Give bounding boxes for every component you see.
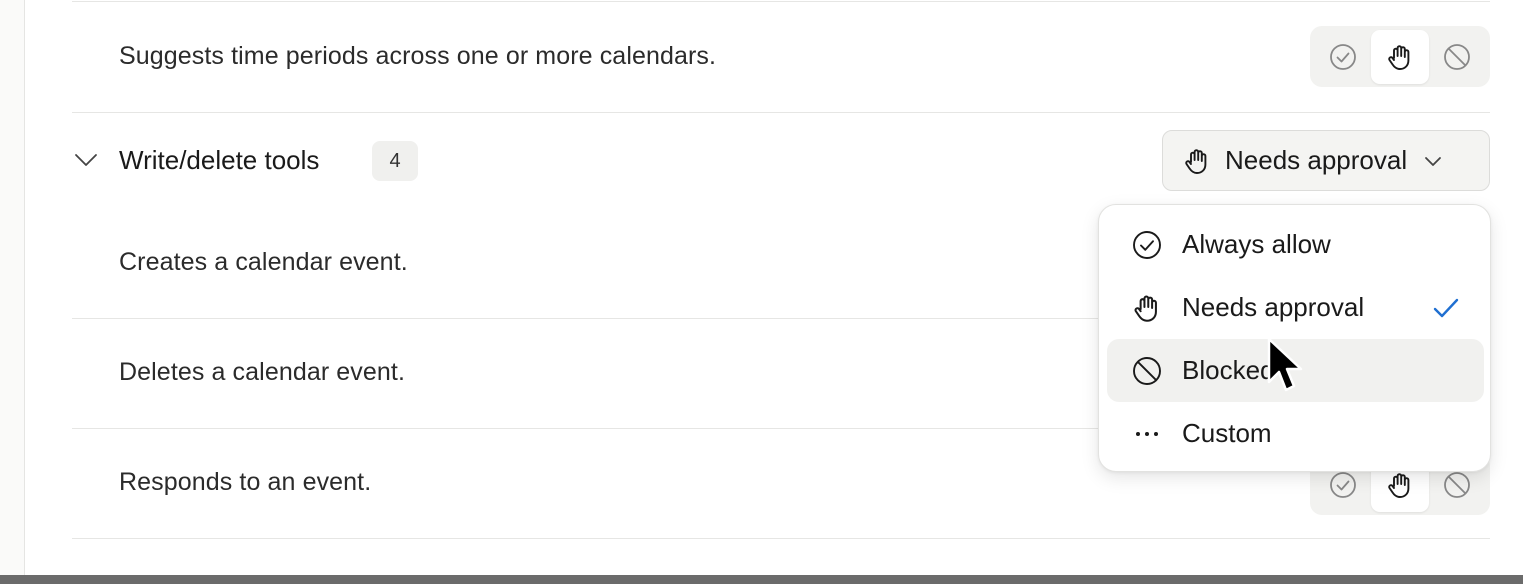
menu-item-label: Custom	[1182, 418, 1272, 448]
row-divider	[72, 1, 1490, 2]
row-divider	[72, 538, 1490, 539]
row-divider	[72, 112, 1490, 113]
menu-item-label: Always allow	[1182, 229, 1331, 259]
dropdown-label: Needs approval	[1225, 145, 1408, 175]
menu-item-label: Needs approval	[1182, 292, 1365, 322]
menu-item-needs-approval[interactable]: Needs approval	[1107, 276, 1484, 339]
blocked-icon	[1444, 471, 1471, 498]
check-circle-icon	[1329, 471, 1356, 498]
hand-icon	[1388, 472, 1410, 498]
check-circle-icon	[1133, 230, 1161, 259]
check-circle-icon	[1329, 43, 1356, 70]
menu-item-custom[interactable]: Custom	[1107, 402, 1484, 465]
menu-item-always-allow[interactable]: Always allow	[1107, 213, 1484, 276]
blocked-option[interactable]	[1429, 30, 1486, 84]
group-title: Write/delete tools	[119, 145, 320, 175]
always-allow-option[interactable]	[1314, 30, 1371, 84]
more-dots-icon	[1136, 431, 1158, 436]
count-badge: 4	[372, 141, 418, 181]
group-permission-dropdown[interactable]: Needs approval	[1162, 130, 1490, 191]
window-bottom-edge	[0, 575, 1523, 584]
tool-description: Creates a calendar event.	[119, 248, 408, 276]
checkmark-icon	[1433, 298, 1459, 318]
tool-description: Suggests time periods across one or more…	[119, 42, 717, 70]
permission-segmented-control[interactable]	[1310, 26, 1490, 87]
tool-description: Deletes a calendar event.	[119, 358, 406, 386]
chevron-down-icon[interactable]	[72, 146, 100, 174]
menu-item-label: Blocked	[1182, 355, 1275, 385]
hand-icon	[1185, 148, 1207, 174]
blocked-icon	[1133, 356, 1161, 385]
chevron-down-icon	[1425, 156, 1442, 166]
hand-icon	[1388, 44, 1410, 70]
tool-description: Responds to an event.	[119, 468, 372, 496]
needs-approval-option[interactable]	[1371, 29, 1429, 84]
mouse-cursor-icon	[1267, 337, 1303, 392]
hand-icon	[1134, 295, 1157, 322]
blocked-icon	[1444, 43, 1471, 70]
